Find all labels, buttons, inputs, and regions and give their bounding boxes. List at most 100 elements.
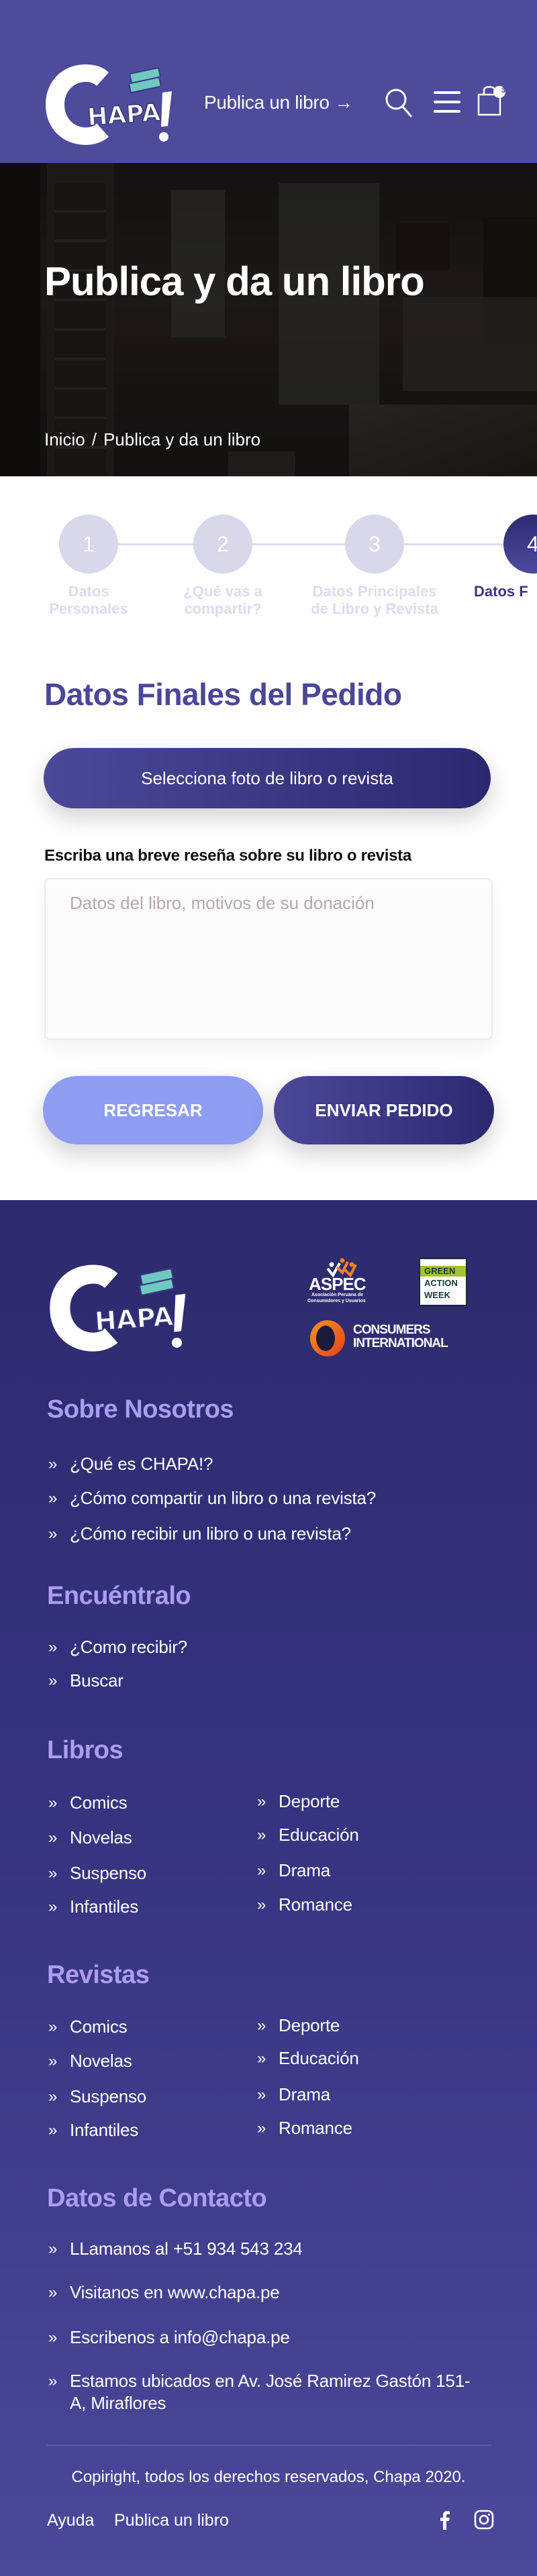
double-chevron-icon: »: [257, 2049, 266, 2068]
double-chevron-icon: »: [257, 2017, 266, 2035]
step-2[interactable]: 2 ¿Qué vas a compartir?: [156, 515, 290, 618]
aspec-logo[interactable]: ASPEC Asociación Peruana de Consumidores…: [307, 1256, 372, 1306]
footer-link[interactable]: » Drama: [257, 1860, 330, 1882]
step-circle: 1: [59, 515, 118, 574]
footer-link[interactable]: » Educación: [257, 2047, 359, 2070]
footer-link-text: ¿Como recibir?: [70, 1637, 187, 1657]
footer-heading-find: Encuéntralo: [47, 1582, 191, 1610]
footer-link-text: Educación: [279, 2048, 359, 2068]
aspec-subtitle: Consumidores y Usuarios: [307, 1299, 366, 1303]
step-label-line: ¿Qué vas a: [183, 583, 262, 600]
footer-link[interactable]: » Infantiles: [48, 1896, 138, 1918]
double-chevron-icon: »: [48, 2088, 58, 2106]
footer-link[interactable]: » Deporte: [257, 1790, 340, 1813]
step-circle: 2: [193, 515, 252, 574]
footer-link-text: ¿Cómo recibir un libro o una revista?: [70, 1523, 351, 1544]
step-3[interactable]: 3 Datos Principales de Libro y Revista: [307, 515, 442, 618]
footer-link-text: Drama: [279, 1860, 331, 1880]
double-chevron-icon: »: [257, 1896, 266, 1914]
publish-book-link[interactable]: Publica un libro →: [204, 92, 353, 113]
double-chevron-icon: »: [48, 2121, 58, 2139]
step-1[interactable]: 1 Datos Personales: [21, 515, 156, 618]
gaw-text: GREEN: [424, 1266, 456, 1276]
order-stepper: 1 Datos Personales 2 ¿Qué vas a comparti…: [0, 476, 537, 644]
double-chevron-icon: »: [48, 2018, 58, 2036]
footer-link[interactable]: » ¿Qué es CHAPA!?: [48, 1453, 213, 1475]
contact-address: » Estamos ubicados en Av. José Ramirez Ga…: [48, 2370, 478, 2414]
contact-phone[interactable]: » LLamanos al +51 934 543 234: [48, 2238, 303, 2260]
footer-link-text: Comics: [70, 2017, 128, 2037]
copyright-text: Copiright, todos los derechos reservados…: [71, 2468, 466, 2486]
send-order-button[interactable]: ENVIAR PEDIDO: [274, 1076, 494, 1144]
step-label-line: de Libro y Revista: [311, 600, 438, 617]
double-chevron-icon: »: [257, 1862, 266, 1880]
footer-link-text: Romance: [279, 1894, 352, 1915]
contact-website[interactable]: » Visitanos en www.chapa.pe: [48, 2282, 280, 2304]
footer-link[interactable]: » Buscar: [48, 1670, 124, 1692]
gaw-text: ACTION: [424, 1278, 458, 1288]
ci-text: CONSUMERS: [353, 1323, 431, 1337]
facebook-icon[interactable]: [435, 2510, 455, 2530]
instagram-icon[interactable]: [474, 2510, 494, 2530]
review-label: Escriba una breve reseña sobre su libro …: [44, 847, 411, 865]
shopping-bag-icon[interactable]: 3: [477, 84, 506, 117]
step-label-line: compartir?: [184, 600, 262, 617]
double-chevron-icon: »: [257, 1792, 266, 1811]
footer-link[interactable]: » Suspenso: [48, 1862, 146, 1884]
form-title: Datos Finales del Pedido: [44, 677, 402, 712]
search-icon[interactable]: [383, 86, 415, 119]
publish-book-footer-link[interactable]: Publica un libro: [114, 2511, 229, 2530]
footer-heading-magazines: Revistas: [47, 1961, 150, 1989]
double-chevron-icon: »: [48, 1455, 58, 1473]
footer-link[interactable]: » Comics: [48, 1792, 128, 1814]
chapa-logo[interactable]: [43, 62, 177, 148]
contact-text: Estamos ubicados en Av. José Ramirez Gas…: [70, 2371, 471, 2413]
footer-link[interactable]: » Infantiles: [48, 2119, 138, 2141]
review-textarea[interactable]: [44, 878, 493, 1040]
breadcrumb-current: Publica y da un libro: [103, 429, 261, 449]
double-chevron-icon: »: [48, 1525, 58, 1543]
step-label-line: Datos Principales: [312, 583, 437, 600]
double-chevron-icon: »: [48, 1829, 58, 1847]
footer-link[interactable]: » Novelas: [48, 1827, 132, 1849]
hero-banner: Publica y da un libro Inicio / Publica y…: [0, 163, 537, 476]
step-label: Datos F: [474, 583, 537, 600]
double-chevron-icon: »: [48, 1672, 58, 1690]
green-action-week-logo[interactable]: GREEN ACTION WEEK: [419, 1258, 467, 1306]
footer-link[interactable]: » Educación: [257, 1824, 359, 1846]
gaw-text: WEEK: [424, 1290, 450, 1300]
footer-link[interactable]: » ¿Como recibir?: [48, 1636, 187, 1658]
double-chevron-icon: »: [48, 1864, 58, 1882]
footer-link[interactable]: » ¿Cómo compartir un libro o una revista?: [48, 1487, 376, 1509]
footer-link[interactable]: » Drama: [257, 2084, 330, 2106]
menu-icon[interactable]: [430, 87, 465, 117]
footer-link-text: Comics: [70, 1792, 128, 1813]
footer-link[interactable]: » Comics: [48, 2016, 128, 2038]
double-chevron-icon: »: [48, 2372, 58, 2390]
consumers-international-logo[interactable]: CONSUMERS INTERNATIONAL: [307, 1318, 455, 1358]
footer-link-text: Educación: [279, 1825, 359, 1845]
back-button[interactable]: REGRESAR: [43, 1076, 263, 1144]
site-header: Publica un libro → 3: [0, 0, 537, 163]
step-label: Datos Principales de Libro y Revista: [307, 583, 442, 618]
footer-chapa-logo[interactable]: [47, 1262, 191, 1354]
footer-link[interactable]: » Deporte: [257, 2015, 340, 2037]
contact-text: Escribenos a info@chapa.pe: [70, 2327, 290, 2347]
breadcrumb-home-link[interactable]: Inicio: [44, 429, 85, 450]
footer-heading-about: Sobre Nosotros: [47, 1395, 234, 1424]
double-chevron-icon: »: [48, 1638, 58, 1656]
footer-link[interactable]: » Romance: [257, 1894, 352, 1916]
footer-link[interactable]: » ¿Cómo recibir un libro o una revista?: [48, 1523, 351, 1545]
footer-link[interactable]: » Suspenso: [48, 2086, 146, 2108]
footer-link-text: Infantiles: [70, 2120, 139, 2140]
double-chevron-icon: »: [257, 2119, 266, 2137]
footer-link[interactable]: » Novelas: [48, 2050, 132, 2072]
footer-link[interactable]: » Romance: [257, 2117, 352, 2139]
double-chevron-icon: »: [48, 1794, 58, 1812]
footer-link-text: Romance: [279, 2118, 352, 2138]
contact-email[interactable]: » Escribenos a info@chapa.pe: [48, 2326, 290, 2349]
select-photo-button[interactable]: Selecciona foto de libro o revista: [44, 748, 491, 808]
help-link[interactable]: Ayuda: [47, 2511, 94, 2530]
step-4-active[interactable]: 4 Datos F: [474, 515, 537, 600]
double-chevron-icon: »: [48, 2240, 58, 2258]
